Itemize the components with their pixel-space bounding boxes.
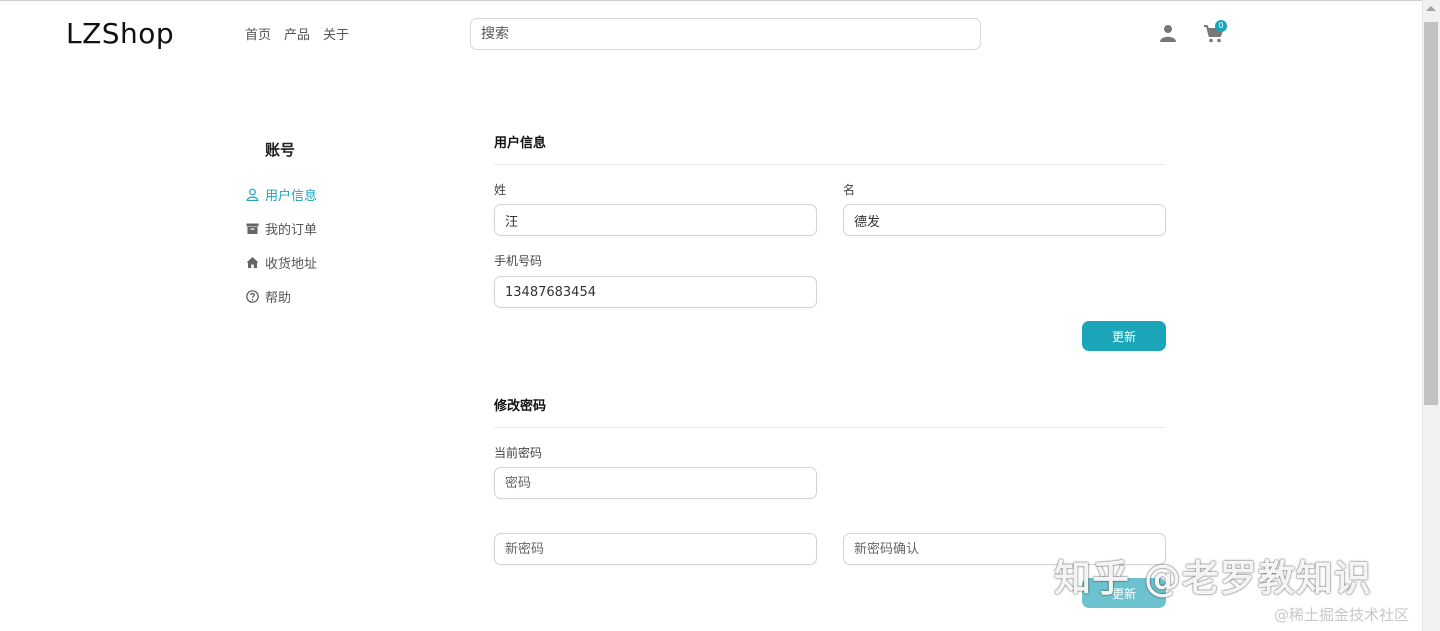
user-outline-icon (246, 188, 259, 201)
watermark-sub: @稀土掘金技术社区 (1274, 606, 1410, 624)
cart-count-badge: 0 (1215, 20, 1227, 32)
last-name-field[interactable] (494, 204, 817, 236)
nav-about[interactable]: 关于 (323, 24, 349, 43)
change-password-title: 修改密码 (494, 399, 547, 414)
phone-label: 手机号码 (494, 254, 543, 268)
page-scrollbar[interactable] (1422, 0, 1440, 631)
help-circle-icon (246, 289, 259, 303)
nav-home[interactable]: 首页 (245, 24, 271, 43)
sidebar-item-label: 收货地址 (265, 256, 318, 272)
search-input[interactable] (470, 18, 981, 50)
home-icon (246, 256, 259, 268)
section-divider (494, 164, 1165, 165)
first-name-label: 名 (843, 183, 856, 197)
logo[interactable]: LZShop (66, 17, 174, 50)
watermark-main: 知乎 @老罗教知识 (1054, 557, 1372, 600)
scrollbar-thumb[interactable] (1424, 22, 1438, 405)
sidebar-item-help[interactable]: 帮助 (246, 279, 317, 313)
top-border (0, 0, 1440, 3)
section-divider (494, 427, 1165, 428)
sidebar-title: 账号 (265, 141, 296, 159)
sidebar-item-address[interactable]: 收货地址 (246, 245, 317, 279)
main-nav: 首页 产品 关于 (245, 24, 349, 43)
sidebar-item-user-info[interactable]: 用户信息 (246, 177, 317, 211)
archive-box-icon (246, 223, 259, 234)
nav-products[interactable]: 产品 (284, 24, 310, 43)
sidebar-item-label: 我的订单 (265, 222, 318, 238)
scroll-up-arrow-icon[interactable] (1426, 6, 1436, 11)
current-password-label: 当前密码 (494, 446, 543, 460)
current-password-field[interactable] (494, 467, 817, 499)
sidebar-item-label: 用户信息 (265, 188, 318, 204)
sidebar-item-label: 帮助 (265, 290, 292, 306)
user-info-title: 用户信息 (494, 136, 547, 151)
phone-field[interactable] (494, 276, 817, 308)
first-name-field[interactable] (843, 204, 1166, 236)
user-icon[interactable] (1159, 24, 1177, 42)
update-user-info-button[interactable]: 更新 (1082, 321, 1166, 351)
last-name-label: 姓 (494, 183, 507, 197)
new-password-field[interactable] (494, 533, 817, 565)
sidebar-item-orders[interactable]: 我的订单 (246, 211, 317, 245)
sidebar-menu: 用户信息 我的订单 收货地址 帮助 (246, 177, 317, 313)
